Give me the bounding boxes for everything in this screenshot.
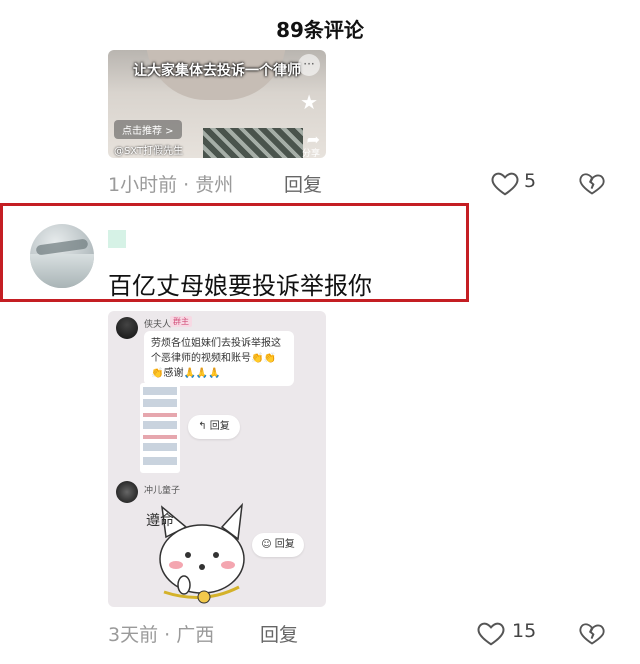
inner-reply-button: ☺ 回复 — [252, 533, 304, 557]
username[interactable] — [108, 230, 126, 248]
video-thumbnails — [140, 383, 180, 473]
avatar-mist — [30, 254, 94, 288]
recommend-button[interactable]: 点击推荐 > — [114, 120, 182, 139]
heart-icon[interactable] — [476, 618, 506, 648]
comment-meta: 3天前 · 广西 — [108, 624, 215, 646]
comment-image[interactable]: 侠夫人 群主 劳烦各位姐妹们去投诉举报这个恶律师的视频和账号👏👏👏感谢🙏🙏🙏 ↰… — [108, 311, 326, 607]
broken-heart-icon[interactable] — [578, 169, 606, 197]
reply-arrow-icon: ↰ — [198, 421, 210, 432]
avatar-cloud — [35, 238, 89, 256]
share-label: 分享 — [301, 149, 320, 158]
comment-text: 百亿丈母娘要投诉举报你 — [108, 272, 372, 300]
user-avatar — [116, 317, 138, 339]
comments-title: 89条评论 — [276, 18, 364, 42]
reply-button[interactable]: 回复 — [260, 620, 298, 647]
group-owner-badge: 群主 — [170, 316, 192, 327]
video-thumbnail[interactable]: 让大家集体去投诉一个律师 ··· ★ 点击推荐 > @SXT打假先生 ➦ 分享 — [108, 50, 326, 158]
video-caption: 让大家集体去投诉一个律师 — [133, 63, 301, 79]
broken-heart-icon[interactable] — [578, 619, 606, 647]
comment-meta: 1小时前 · 贵州 — [108, 174, 234, 196]
like-count: 15 — [512, 620, 537, 642]
more-icon[interactable]: ··· — [298, 54, 320, 76]
inner-reply-label: 回复 — [274, 539, 295, 550]
inner-reply-label: 回复 — [209, 421, 230, 432]
message-bubble: 劳烦各位姐妹们去投诉举报这个恶律师的视频和账号👏👏👏感谢🙏🙏🙏 — [144, 331, 294, 386]
inner-reply-button: ↰ 回复 — [188, 415, 240, 439]
video-author: @SXT打假先生 — [114, 146, 184, 157]
reply-button[interactable]: 回复 — [284, 170, 322, 197]
heart-icon[interactable] — [490, 168, 520, 198]
user-name: 冲儿童子 — [144, 486, 181, 496]
user-name: 侠夫人 — [144, 320, 172, 330]
smile-icon: ☺ — [261, 539, 275, 550]
star-icon[interactable]: ★ — [300, 90, 318, 114]
video-pattern — [203, 128, 303, 158]
avatar[interactable] — [30, 224, 94, 288]
sticker-text: 遵命 — [146, 512, 174, 529]
cat-sticker: 遵命 — [146, 502, 245, 604]
like-count: 5 — [524, 170, 537, 192]
user-avatar — [116, 481, 138, 503]
